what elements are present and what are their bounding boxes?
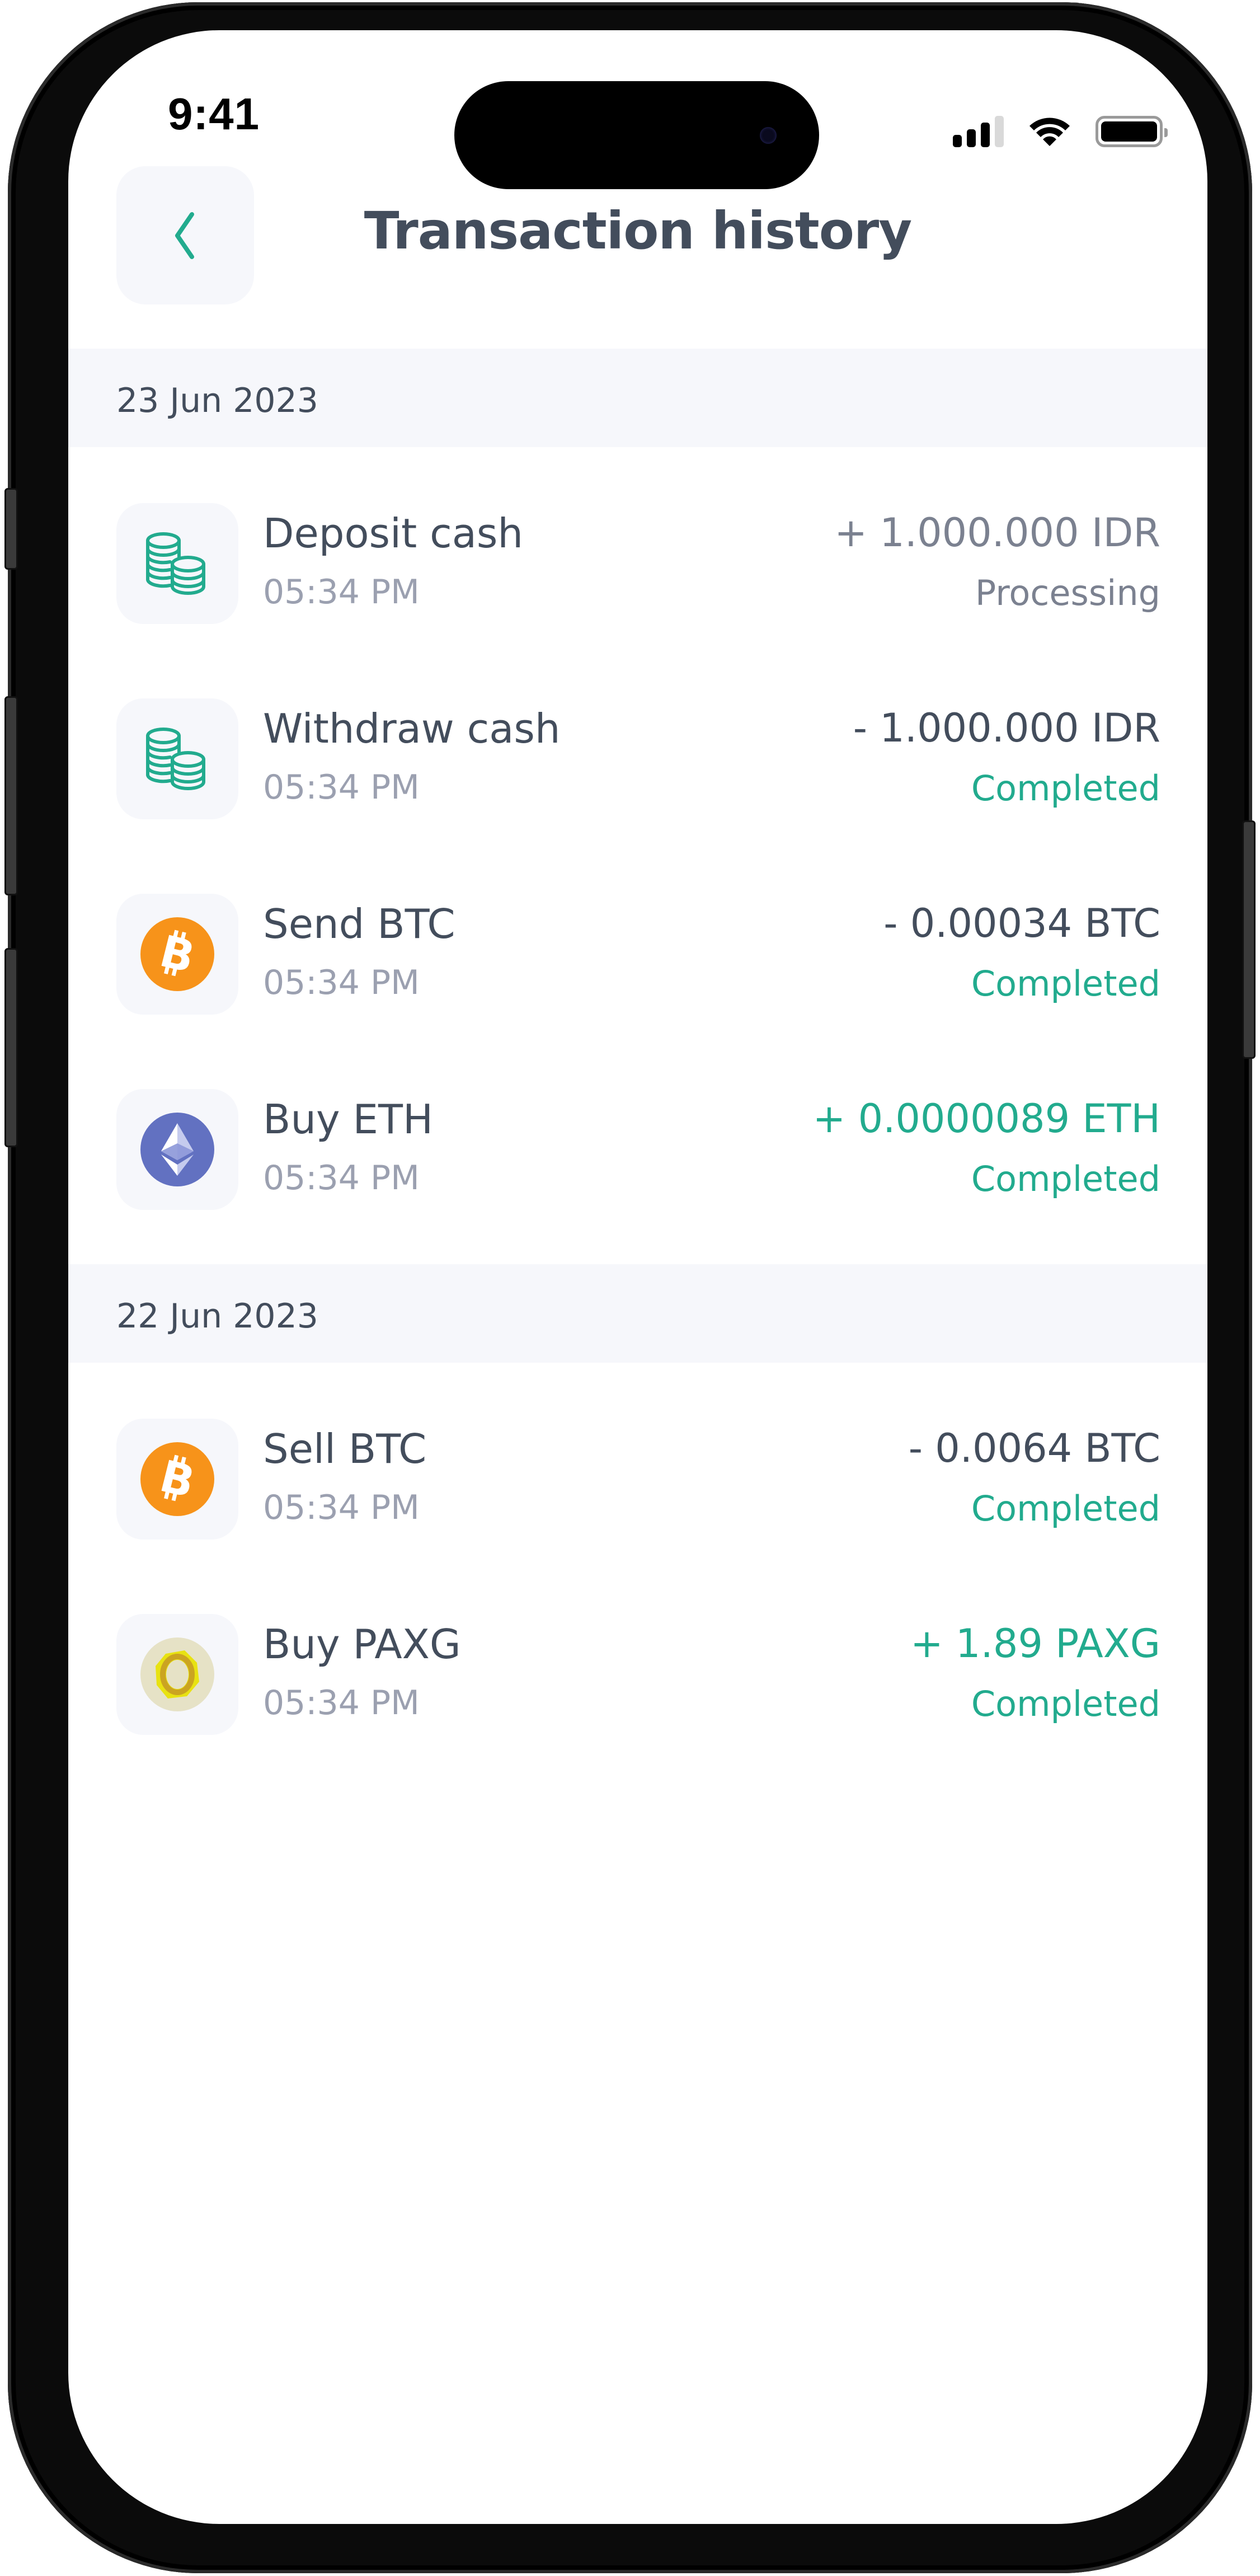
date-label: 22 Jun 2023 [116,1297,318,1336]
transaction-amount: + 1.000.000 IDR [834,510,1160,556]
transaction-amount: + 1.89 PAXG [910,1621,1160,1667]
transaction-amount: - 0.0064 BTC [908,1425,1160,1471]
volume-down-button [4,948,18,1147]
page-title: Transaction history [364,201,913,261]
transaction-time: 05:34 PM [263,1488,420,1527]
transaction-name: Sell BTC [263,1425,427,1472]
transaction-amount: - 0.00034 BTC [883,900,1160,946]
transaction-icon-box [116,698,238,819]
transaction-row-buy-eth[interactable]: Buy ETH 05:34 PM + 0.0000089 ETH Complet… [68,1089,1207,1212]
bitcoin-icon: B [140,1442,214,1516]
transaction-icon-box [116,1089,238,1210]
wifi-icon [1029,118,1070,146]
camera-icon [760,127,777,144]
date-header: 22 Jun 2023 [68,1264,1207,1363]
ethereum-icon [140,1113,214,1186]
transaction-amount: + 0.0000089 ETH [812,1096,1160,1142]
bitcoin-icon: B [140,917,214,991]
cellular-signal-icon [953,116,1004,147]
transaction-name: Buy PAXG [263,1621,461,1668]
dynamic-island [454,81,819,189]
transaction-name: Deposit cash [263,510,523,557]
transaction-time: 05:34 PM [263,963,420,1002]
transaction-status: Completed [971,963,1160,1004]
transaction-time: 05:34 PM [263,1683,420,1723]
app-screen: 9:41 Transaction history 23 Jun 2023 Dep… [68,30,1207,2524]
transaction-row-buy-paxg[interactable]: Buy PAXG 05:34 PM + 1.89 PAXG Completed [68,1614,1207,1737]
transaction-row-sell-btc[interactable]: B Sell BTC 05:34 PM - 0.0064 BTC Complet… [68,1419,1207,1542]
coins-icon [146,532,205,595]
transaction-row-deposit-cash[interactable]: Deposit cash 05:34 PM + 1.000.000 IDR Pr… [68,503,1207,626]
paxg-icon [140,1637,214,1711]
transaction-time: 05:34 PM [263,768,420,807]
transaction-status: Completed [971,1488,1160,1529]
date-header: 23 Jun 2023 [68,349,1207,447]
transaction-amount: - 1.000.000 IDR [853,705,1160,751]
status-icons [953,106,1168,157]
transaction-status: Completed [971,768,1160,809]
transaction-row-send-btc[interactable]: B Send BTC 05:34 PM - 0.00034 BTC Comple… [68,894,1207,1017]
transaction-status: Processing [975,573,1160,613]
transaction-icon-box [116,503,238,624]
battery-icon [1096,116,1168,147]
transaction-time: 05:34 PM [263,1158,420,1198]
volume-up-button [4,696,18,895]
transaction-row-withdraw-cash[interactable]: Withdraw cash 05:34 PM - 1.000.000 IDR C… [68,698,1207,822]
status-time: 9:41 [168,89,260,139]
transaction-icon-box: B [116,1419,238,1540]
transaction-name: Withdraw cash [263,705,561,752]
transaction-name: Send BTC [263,900,455,947]
transaction-time: 05:34 PM [263,573,420,612]
transaction-icon-box: B [116,894,238,1015]
transaction-icon-box [116,1614,238,1735]
transaction-status: Completed [971,1683,1160,1724]
coins-icon [146,728,205,790]
phone-frame: 9:41 Transaction history 23 Jun 2023 Dep… [4,2,1256,2573]
transaction-name: Buy ETH [263,1096,434,1143]
date-label: 23 Jun 2023 [116,381,318,420]
action-button [4,488,18,570]
power-button [1242,820,1256,1059]
transaction-status: Completed [971,1158,1160,1199]
